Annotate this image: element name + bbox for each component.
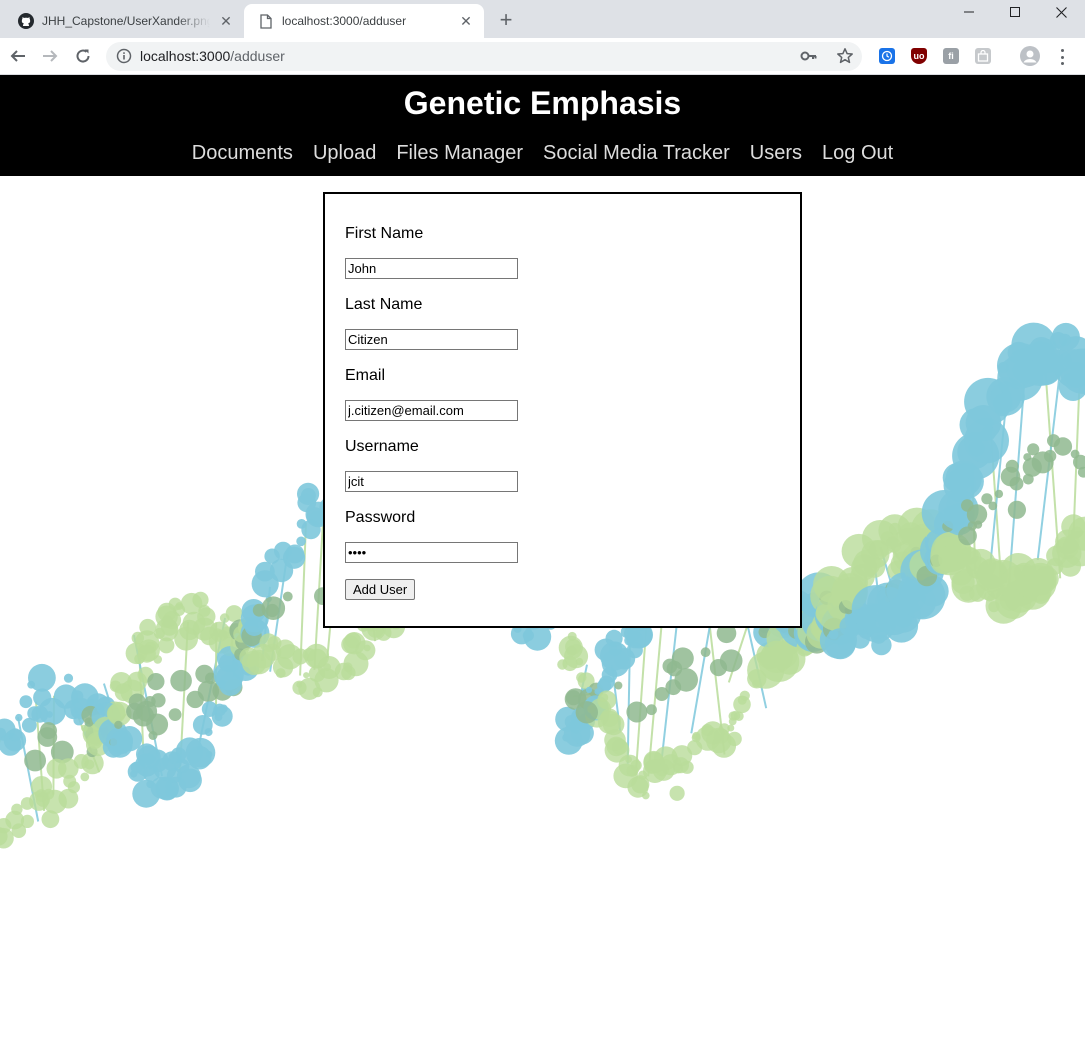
reload-button[interactable] <box>71 44 95 68</box>
first-name-label: First Name <box>345 225 424 242</box>
key-icon[interactable] <box>800 48 818 64</box>
url-host: localhost:3000 <box>140 48 231 64</box>
browser-tab-adduser[interactable]: localhost:3000/adduser ✕ <box>244 4 484 38</box>
last-name-field[interactable] <box>345 329 518 350</box>
nav-link-social-media-tracker[interactable]: Social Media Tracker <box>533 141 740 165</box>
minimize-button[interactable] <box>946 0 992 24</box>
password-label: Password <box>345 509 416 526</box>
site-nav: Documents Upload Files Manager Social Me… <box>0 141 1085 165</box>
web-page: Genetic Emphasis Documents Upload Files … <box>0 75 1085 1037</box>
last-name-label: Last Name <box>345 296 423 313</box>
info-icon[interactable] <box>116 48 132 64</box>
maximize-button[interactable] <box>992 0 1038 24</box>
email-label: Email <box>345 367 386 384</box>
close-tab-icon[interactable]: ✕ <box>216 11 236 31</box>
add-user-form: First Name Last Name Email Username Pass… <box>323 192 802 628</box>
back-button[interactable] <box>6 44 30 68</box>
github-icon <box>18 13 34 29</box>
url-path: /adduser <box>230 48 285 64</box>
bag-extension-icon[interactable] <box>975 48 991 64</box>
maximize-icon <box>1010 7 1020 17</box>
email-field[interactable] <box>345 400 518 421</box>
ublock-origin-icon[interactable]: uo <box>911 48 927 64</box>
site-header: Genetic Emphasis Documents Upload Files … <box>0 75 1085 176</box>
address-bar[interactable]: localhost:3000/adduser <box>106 42 862 71</box>
clock-extension-icon[interactable] <box>879 48 895 64</box>
site-title: Genetic Emphasis <box>403 85 682 121</box>
nav-link-users[interactable]: Users <box>740 141 812 165</box>
puzzle-extension-icon[interactable]: fi <box>943 48 959 64</box>
profile-avatar-icon[interactable] <box>1020 46 1040 66</box>
bookmark-star-icon[interactable] <box>836 47 854 65</box>
document-icon <box>258 13 274 29</box>
password-field[interactable] <box>345 542 518 563</box>
username-field[interactable] <box>345 471 518 492</box>
browser-toolbar: localhost:3000/adduser uo fi <box>0 38 1085 75</box>
username-label: Username <box>345 438 419 455</box>
forward-arrow-icon <box>43 50 58 62</box>
new-tab-button[interactable]: + <box>494 7 518 32</box>
first-name-field[interactable] <box>345 258 518 279</box>
url-text: localhost:3000/adduser <box>140 48 285 65</box>
tab-title: localhost:3000/adduser <box>282 14 407 28</box>
reload-icon <box>76 49 90 63</box>
tab-strip: JHH_Capstone/UserXander.png at ✕ localho… <box>0 0 1085 38</box>
nav-link-upload[interactable]: Upload <box>303 141 386 165</box>
nav-link-log-out[interactable]: Log Out <box>812 141 903 165</box>
browser-tab-github[interactable]: JHH_Capstone/UserXander.png at ✕ <box>8 4 244 38</box>
forward-button[interactable] <box>38 44 62 68</box>
nav-link-documents[interactable]: Documents <box>182 141 303 165</box>
window-close-button[interactable] <box>1038 0 1084 24</box>
minimize-icon <box>964 11 974 13</box>
nav-link-files-manager[interactable]: Files Manager <box>386 141 533 165</box>
tab-title: JHH_Capstone/UserXander.png at <box>42 14 210 28</box>
back-arrow-icon <box>10 50 25 62</box>
close-icon <box>1055 6 1067 18</box>
browser-menu-icon[interactable] <box>1054 47 1070 67</box>
add-user-button[interactable]: Add User <box>345 579 416 600</box>
close-tab-icon[interactable]: ✕ <box>456 11 476 31</box>
